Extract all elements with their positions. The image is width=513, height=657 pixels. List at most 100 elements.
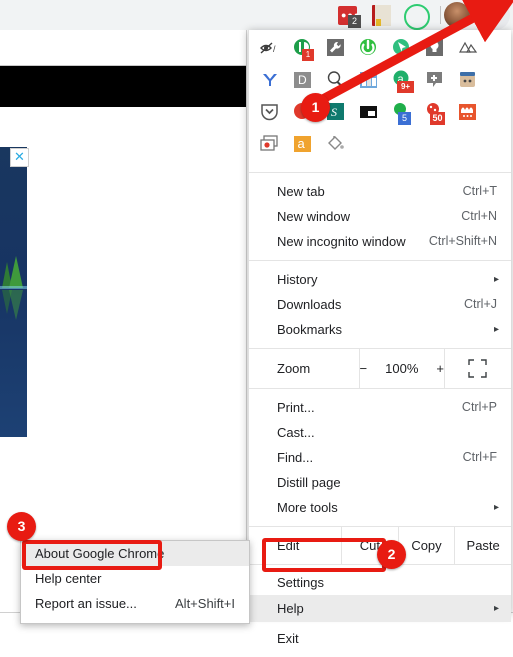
city-extension-icon[interactable] — [358, 69, 390, 95]
pocket-extension-icon[interactable] — [259, 101, 291, 127]
extension-badge: 9+ — [397, 81, 414, 93]
gray-plus-extension-icon[interactable] — [424, 69, 456, 95]
menu-item-label: Exit — [277, 631, 299, 646]
svg-text:S: S — [331, 105, 337, 119]
chevron-right-icon: ▸ — [493, 274, 499, 285]
letter-d-extension-icon[interactable]: D — [292, 69, 324, 95]
step-badge-2: 2 — [377, 540, 406, 569]
menu-item-label: More tools — [277, 500, 338, 515]
menu-item-help[interactable]: Help ▸ — [249, 595, 511, 622]
highlight-box-help — [262, 538, 386, 572]
menu-item-settings[interactable]: Settings — [249, 570, 511, 595]
extension-badge: 50 — [430, 112, 445, 125]
magnifier-extension-icon[interactable] — [325, 69, 357, 95]
red-alert-extension-icon[interactable]: 50 — [424, 101, 456, 127]
menu-item-label: Downloads — [277, 297, 342, 312]
flames-extension-icon[interactable] — [457, 101, 489, 127]
menu-item-accel: Ctrl+P — [461, 400, 497, 414]
step-badge-1: 1 — [301, 93, 330, 122]
menu-item-bookmarks[interactable]: Bookmarks ▸ — [249, 317, 511, 342]
green-bubble-extension-icon[interactable]: 5 — [391, 101, 423, 127]
menu-item-label: Cast... — [277, 425, 315, 440]
menu-item-accel: Ctrl+J — [464, 297, 497, 311]
menu-group-browsing: History ▸ Downloads Ctrl+J Bookmarks ▸ — [249, 261, 511, 348]
menu-item-accel: Ctrl+Shift+N — [428, 234, 497, 248]
green-a-extension-icon[interactable]: a 9+ — [391, 69, 423, 95]
highlight-box-about — [22, 540, 162, 570]
mountains-extension-icon[interactable] — [457, 37, 489, 63]
avatar[interactable] — [444, 2, 470, 28]
menu-item-new-incognito-window[interactable]: New incognito window Ctrl+Shift+N — [249, 229, 511, 254]
three-dot-menu-icon[interactable] — [476, 0, 510, 30]
menu-group-new: New tab Ctrl+T New window Ctrl+N New inc… — [249, 173, 511, 260]
chrome-main-menu[interactable]: / 1 D a 9+ S 5 50 a New tab Ctrl+T New w… — [248, 30, 511, 646]
extension-row: / 1 — [259, 36, 503, 64]
amazon-extension-icon[interactable]: a — [292, 133, 324, 159]
menu-item-label: Print... — [277, 400, 315, 415]
menu-item-new-window[interactable]: New window Ctrl+N — [249, 204, 511, 229]
extension-badge: 5 — [398, 112, 411, 125]
chevron-right-icon: ▸ — [493, 502, 499, 513]
paste-button[interactable]: Paste — [454, 527, 511, 564]
blue-y-extension-icon[interactable] — [259, 69, 291, 95]
toolbar-divider — [440, 6, 441, 24]
robot-extension-icon[interactable] — [457, 69, 489, 95]
green-thumb-extension-icon[interactable] — [358, 37, 390, 63]
menu-group-tools: Print... Ctrl+P Cast... Find... Ctrl+F D… — [249, 389, 511, 526]
menu-item-label: New incognito window — [277, 234, 406, 249]
copy-button[interactable]: Copy — [397, 527, 455, 564]
extension-row: S 5 50 — [259, 100, 503, 128]
menu-item-accel: Ctrl+F — [462, 450, 497, 464]
submenu-item-label: Help center — [35, 571, 102, 586]
zoom-out-button[interactable]: − — [360, 361, 368, 376]
menu-item-accel: Ctrl+T — [462, 184, 497, 198]
step-badge-3: 3 — [7, 512, 36, 541]
window-extension-icon[interactable] — [259, 133, 291, 159]
menu-item-label: Settings — [277, 575, 324, 590]
wrench-extension-icon[interactable] — [325, 37, 357, 63]
fullscreen-button[interactable] — [443, 349, 511, 388]
picture-in-picture-extension-icon[interactable] — [358, 101, 390, 127]
svg-text:a: a — [298, 136, 306, 151]
menu-item-label: Help — [277, 601, 304, 616]
extension-badge: 1 — [302, 49, 314, 61]
menu-item-exit[interactable]: Exit — [249, 626, 511, 651]
menu-item-cast[interactable]: Cast... — [249, 420, 511, 445]
ad-banner[interactable] — [0, 147, 27, 437]
submenu-item-label: Report an issue... — [35, 596, 137, 611]
menu-item-history[interactable]: History ▸ — [249, 267, 511, 292]
extension-badge-count: 2 — [348, 15, 361, 28]
menu-item-more-tools[interactable]: More tools ▸ — [249, 495, 511, 520]
menu-item-label: Find... — [277, 450, 314, 465]
menu-item-downloads[interactable]: Downloads Ctrl+J — [249, 292, 511, 317]
svg-text:/: / — [273, 44, 276, 54]
ad-close-button[interactable]: ✕ — [10, 148, 29, 167]
menu-item-accel: Ctrl+N — [461, 209, 497, 223]
paint-bucket-extension-icon[interactable] — [325, 133, 357, 159]
menu-item-print[interactable]: Print... Ctrl+P — [249, 395, 511, 420]
submenu-item-accel: Alt+Shift+I — [175, 596, 235, 611]
menu-item-label: New tab — [277, 184, 325, 199]
site-navigation-bar — [0, 66, 246, 161]
menu-item-distill-page[interactable]: Distill page — [249, 470, 511, 495]
zoom-in-button[interactable]: + — [436, 361, 444, 376]
dictionary-extension-icon[interactable] — [372, 5, 391, 26]
browser-toolbar — [0, 0, 513, 30]
menu-item-new-tab[interactable]: New tab Ctrl+T — [249, 179, 511, 204]
menu-item-find[interactable]: Find... Ctrl+F — [249, 445, 511, 470]
green-circle-extension-icon[interactable]: 1 — [292, 37, 324, 63]
green-cursor-extension-icon[interactable] — [391, 37, 423, 63]
zoom-row: Zoom − 100% + — [249, 349, 511, 388]
tree-illustration-icon — [0, 256, 27, 320]
adblock-eye-icon[interactable]: / — [259, 37, 291, 63]
green-circle-extension-icon[interactable] — [404, 4, 430, 30]
menu-item-label: New window — [277, 209, 350, 224]
chevron-right-icon: ▸ — [493, 603, 499, 614]
menu-group-settings: Settings Help ▸ Exit — [249, 565, 511, 657]
page-header-white — [0, 30, 247, 66]
zoom-label: Zoom — [277, 361, 311, 376]
submenu-item-report-an-issue[interactable]: Report an issue... Alt+Shift+I — [21, 591, 249, 616]
zoom-controls: − 100% + — [358, 349, 444, 388]
lightbulb-extension-icon[interactable] — [424, 37, 456, 63]
extension-row: D a 9+ — [259, 68, 503, 96]
